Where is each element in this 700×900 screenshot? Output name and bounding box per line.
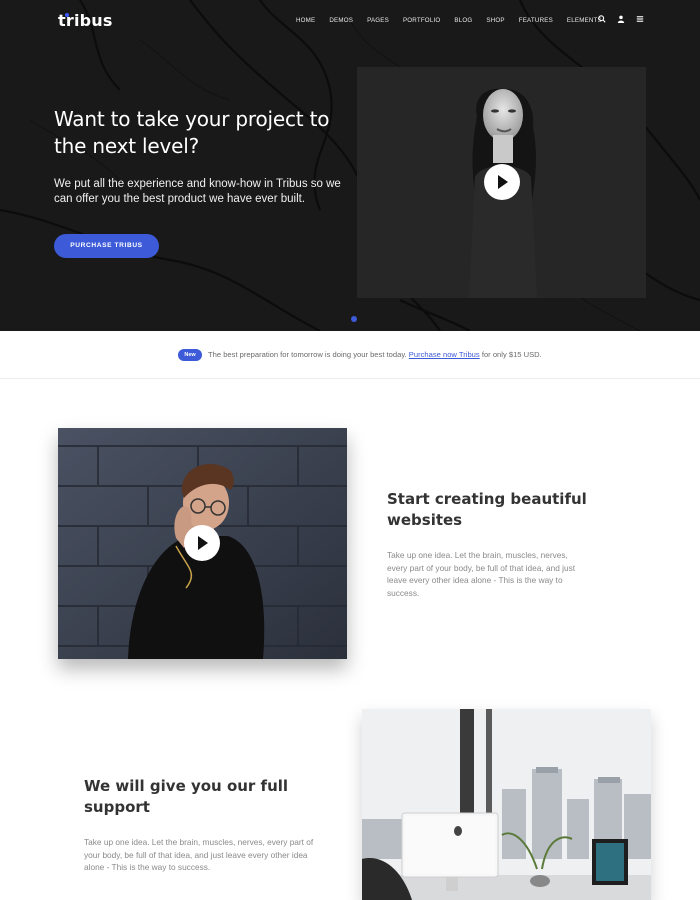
man-video-thumbnail[interactable]	[58, 428, 347, 659]
logo-accent-dot	[65, 13, 69, 17]
hero-play-button[interactable]	[484, 164, 520, 200]
hero-description: We put all the experience and know-how i…	[54, 178, 341, 205]
hero-title: Want to take your project to the next le…	[54, 107, 330, 158]
notice-text-after: for only $15 USD.	[481, 350, 542, 359]
nav-links: HOME DEMOS PAGES PORTFOLIO BLOG SHOP FEA…	[296, 17, 616, 24]
notice-text: The best preparation for tomorrow is doi…	[208, 350, 542, 359]
section2-title: We will give you our full support	[84, 777, 289, 816]
menu-icon[interactable]	[635, 15, 645, 25]
section2-text: Take up one idea. Let the brain, muscles…	[84, 837, 314, 872]
nav-item-blog[interactable]: BLOG	[454, 17, 472, 24]
nav-item-pages[interactable]: PAGES	[367, 17, 389, 24]
new-badge: New	[178, 349, 202, 361]
office-desk-illustration	[362, 709, 651, 900]
main-navigation: tribus HOME DEMOS PAGES PORTFOLIO BLOG S…	[0, 0, 700, 44]
hero-section: tribus HOME DEMOS PAGES PORTFOLIO BLOG S…	[0, 0, 700, 331]
slider-dot-active[interactable]	[351, 316, 357, 322]
nav-item-demos[interactable]: DEMOS	[329, 17, 353, 24]
purchase-now-link[interactable]: Purchase now Tribus	[409, 350, 480, 359]
man-video-play-button[interactable]	[184, 525, 220, 561]
section1-text: Take up one idea. Let the brain, muscles…	[387, 550, 576, 598]
notice-bar: New The best preparation for tomorrow is…	[0, 331, 700, 379]
section1-title: Start creating beautiful websites	[387, 490, 587, 529]
office-image	[362, 709, 651, 900]
nav-item-home[interactable]: HOME	[296, 17, 315, 24]
nav-item-shop[interactable]: SHOP	[486, 17, 504, 24]
nav-item-portfolio[interactable]: PORTFOLIO	[403, 17, 440, 24]
search-icon[interactable]	[597, 15, 607, 25]
nav-item-features[interactable]: FEATURES	[519, 17, 553, 24]
user-icon[interactable]	[616, 15, 626, 25]
play-icon	[498, 175, 508, 189]
purchase-button[interactable]: PURCHASE TRIBUS	[54, 234, 159, 258]
notice-text-before: The best preparation for tomorrow is doi…	[208, 350, 407, 359]
play-icon	[198, 536, 208, 550]
hero-video-thumbnail[interactable]	[357, 67, 646, 298]
